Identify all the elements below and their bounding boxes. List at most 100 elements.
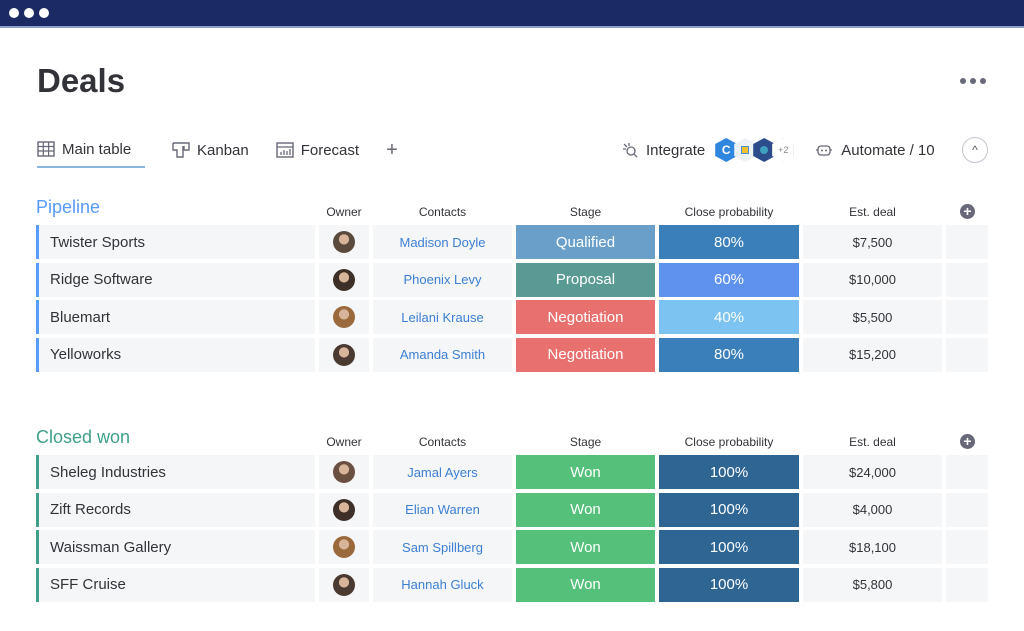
- est-deal-value[interactable]: $4,000: [803, 492, 942, 527]
- owner-cell[interactable]: [319, 262, 369, 297]
- column-header-owner[interactable]: Owner: [319, 205, 369, 219]
- more-options-icon[interactable]: [960, 78, 986, 84]
- stage-status[interactable]: Won: [516, 492, 655, 527]
- avatar: [333, 573, 355, 596]
- column-header-contacts[interactable]: Contacts: [373, 435, 512, 449]
- contact-link[interactable]: Phoenix Levy: [373, 262, 512, 297]
- close-probability[interactable]: 100%: [659, 567, 799, 602]
- item-name[interactable]: Ridge Software: [36, 262, 315, 297]
- avatar: [333, 498, 355, 521]
- owner-cell[interactable]: [319, 492, 369, 527]
- kanban-icon: [172, 142, 190, 158]
- empty-cell[interactable]: [946, 225, 988, 259]
- group-title[interactable]: Pipeline: [36, 197, 100, 218]
- empty-cell[interactable]: [946, 530, 988, 564]
- owner-cell[interactable]: [319, 530, 369, 564]
- close-probability[interactable]: 100%: [659, 530, 799, 564]
- stage-status[interactable]: Negotiation: [516, 337, 655, 372]
- contact-link[interactable]: Jamal Ayers: [373, 455, 512, 489]
- close-probability[interactable]: 100%: [659, 492, 799, 527]
- owner-cell[interactable]: [319, 225, 369, 259]
- window-dot[interactable]: [24, 8, 34, 18]
- plug-icon: [623, 143, 638, 158]
- close-probability[interactable]: 60%: [659, 262, 799, 297]
- close-probability[interactable]: 40%: [659, 300, 799, 334]
- est-deal-value[interactable]: $7,500: [803, 225, 942, 259]
- column-header-owner[interactable]: Owner: [319, 435, 369, 449]
- contact-link[interactable]: Hannah Gluck: [373, 567, 512, 602]
- group-title[interactable]: Closed won: [36, 427, 130, 448]
- table-row[interactable]: Yelloworks Amanda Smith Negotiation 80% …: [36, 337, 996, 376]
- empty-cell[interactable]: [946, 455, 988, 489]
- collapse-button[interactable]: ^: [962, 137, 988, 163]
- contact-link[interactable]: Madison Doyle: [373, 225, 512, 259]
- empty-cell[interactable]: [946, 262, 988, 297]
- table-row[interactable]: Bluemart Leilani Krause Negotiation 40% …: [36, 300, 996, 338]
- table-row[interactable]: Zift Records Elian Warren Won 100% $4,00…: [36, 492, 996, 531]
- empty-cell[interactable]: [946, 300, 988, 334]
- stage-status[interactable]: Won: [516, 530, 655, 564]
- est-deal-value[interactable]: $10,000: [803, 262, 942, 297]
- column-header-contacts[interactable]: Contacts: [373, 205, 512, 219]
- tab-kanban[interactable]: Kanban: [172, 138, 249, 162]
- empty-cell[interactable]: [946, 567, 988, 602]
- stage-status[interactable]: Qualified: [516, 225, 655, 259]
- tab-label: Forecast: [300, 141, 360, 159]
- item-name[interactable]: Sheleg Industries: [36, 455, 315, 489]
- column-header-deal[interactable]: Est. deal: [803, 205, 942, 219]
- integration-app-icon: [734, 138, 757, 162]
- stage-status[interactable]: Proposal: [516, 262, 655, 297]
- empty-cell[interactable]: [946, 492, 988, 527]
- item-name[interactable]: SFF Cruise: [36, 567, 315, 602]
- table-row[interactable]: Sheleg Industries Jamal Ayers Won 100% $…: [36, 455, 996, 493]
- owner-cell[interactable]: [319, 300, 369, 334]
- automate-button[interactable]: Automate / 10: [815, 142, 935, 159]
- owner-cell[interactable]: [319, 337, 369, 372]
- contact-link[interactable]: Leilani Krause: [373, 300, 512, 334]
- group-closed: Closed won Owner Contacts Stage Close pr…: [36, 427, 996, 605]
- group-header: Closed won Owner Contacts Stage Close pr…: [36, 427, 996, 455]
- column-header-stage[interactable]: Stage: [516, 205, 655, 219]
- table-row[interactable]: Waissman Gallery Sam Spillberg Won 100% …: [36, 530, 996, 568]
- integrate-button[interactable]: Integrate: [622, 142, 705, 159]
- column-header-stage[interactable]: Stage: [516, 435, 655, 449]
- table-row[interactable]: SFF Cruise Hannah Gluck Won 100% $5,800: [36, 567, 996, 606]
- item-name[interactable]: Zift Records: [36, 492, 315, 527]
- add-view-button[interactable]: +: [386, 138, 398, 162]
- column-header-probability[interactable]: Close probability: [659, 205, 799, 219]
- stage-status[interactable]: Negotiation: [516, 300, 655, 334]
- item-name[interactable]: Twister Sports: [36, 225, 315, 259]
- table-row[interactable]: Ridge Software Phoenix Levy Proposal 60%…: [36, 262, 996, 301]
- est-deal-value[interactable]: $24,000: [803, 455, 942, 489]
- integration-icons[interactable]: C +2: [715, 138, 795, 162]
- page-title: Deals: [37, 62, 126, 99]
- est-deal-value[interactable]: $5,500: [803, 300, 942, 334]
- item-name[interactable]: Waissman Gallery: [36, 530, 315, 564]
- close-probability[interactable]: 80%: [659, 337, 799, 372]
- owner-cell[interactable]: [319, 455, 369, 489]
- tab-forecast[interactable]: Forecast: [276, 138, 359, 162]
- est-deal-value[interactable]: $15,200: [803, 337, 942, 372]
- window-dot[interactable]: [9, 8, 19, 18]
- column-header-probability[interactable]: Close probability: [659, 435, 799, 449]
- window-dot[interactable]: [39, 8, 49, 18]
- owner-cell[interactable]: [319, 567, 369, 602]
- est-deal-value[interactable]: $18,100: [803, 530, 942, 564]
- tab-main-table[interactable]: Main table: [37, 138, 145, 168]
- column-header-deal[interactable]: Est. deal: [803, 435, 942, 449]
- item-name[interactable]: Yelloworks: [36, 337, 315, 372]
- contact-link[interactable]: Amanda Smith: [373, 337, 512, 372]
- est-deal-value[interactable]: $5,800: [803, 567, 942, 602]
- avatar: [333, 231, 355, 253]
- close-probability[interactable]: 100%: [659, 455, 799, 489]
- contact-link[interactable]: Elian Warren: [373, 492, 512, 527]
- contact-link[interactable]: Sam Spillberg: [373, 530, 512, 564]
- item-name[interactable]: Bluemart: [36, 300, 315, 334]
- close-probability[interactable]: 80%: [659, 225, 799, 259]
- stage-status[interactable]: Won: [516, 567, 655, 602]
- stage-status[interactable]: Won: [516, 455, 655, 489]
- table-row[interactable]: Twister Sports Madison Doyle Qualified 8…: [36, 225, 996, 263]
- empty-cell[interactable]: [946, 337, 988, 372]
- add-column-icon[interactable]: +: [960, 204, 975, 219]
- add-column-icon[interactable]: +: [960, 434, 975, 449]
